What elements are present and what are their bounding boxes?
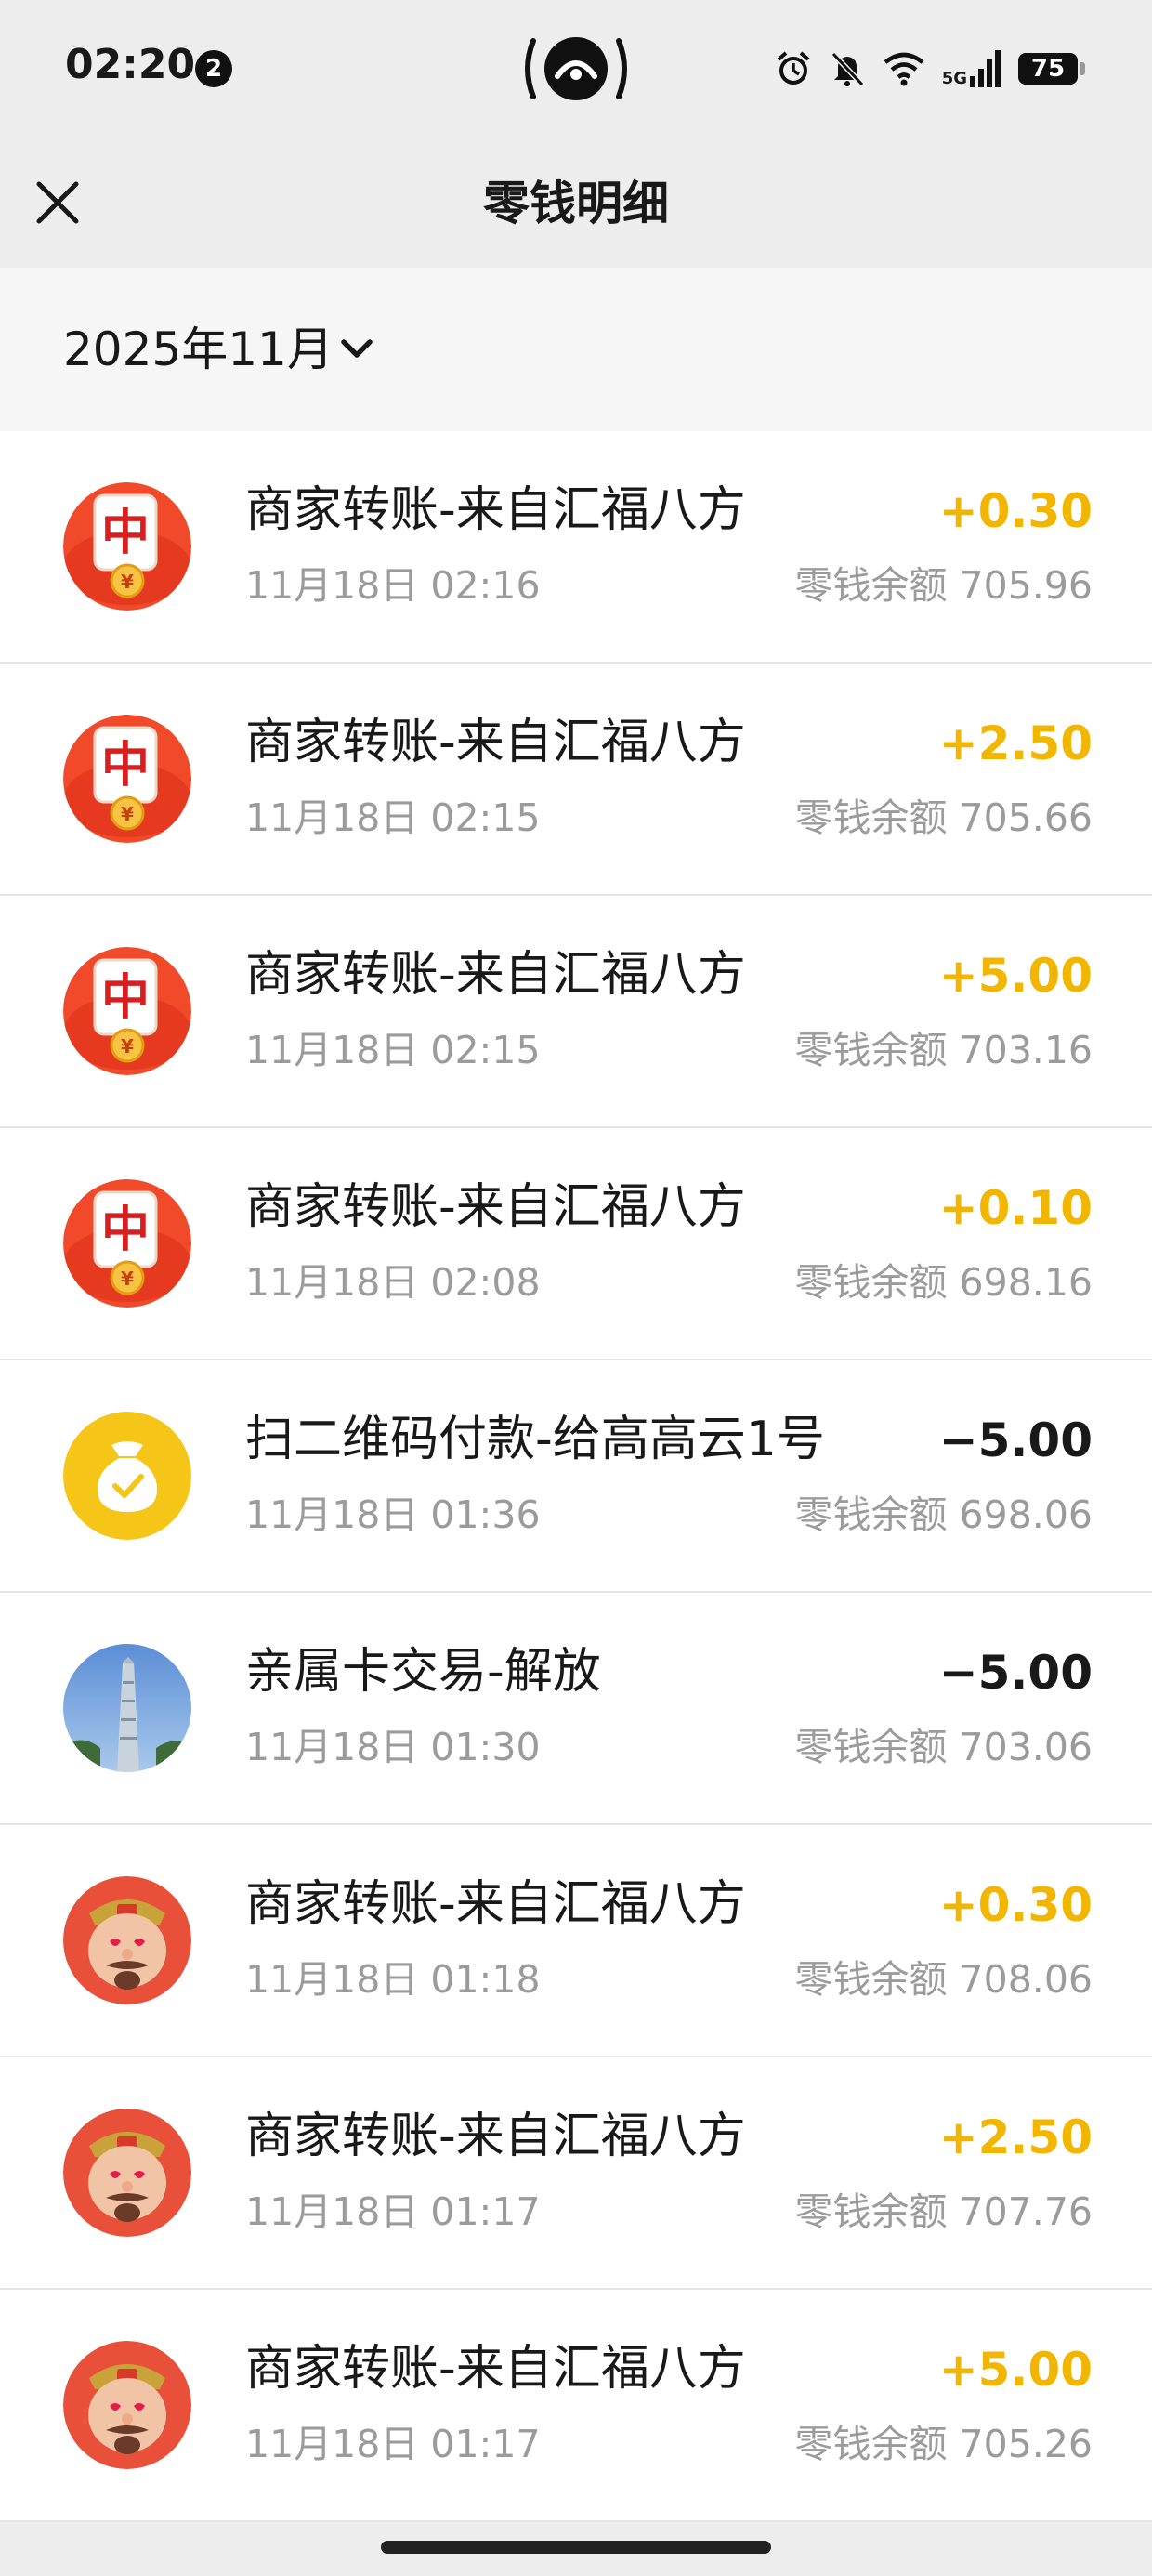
month-selector[interactable]: 2025年11月: [0, 268, 1152, 431]
transaction-amount: −5.00: [938, 1646, 1093, 1700]
svg-text:¥: ¥: [121, 1268, 134, 1290]
transaction-title: 商家转账-来自汇福八方: [245, 482, 746, 538]
god-of-wealth-icon: [63, 2109, 191, 2237]
transaction-time: 11月18日 01:18: [245, 1957, 541, 2002]
god-of-wealth-icon: [63, 2341, 191, 2469]
transaction-balance: 零钱余额 698.06: [794, 1492, 1093, 1537]
transaction-amount: +0.30: [938, 484, 1093, 538]
transaction-balance: 零钱余额 703.06: [794, 1725, 1093, 1769]
svg-text:中: 中: [101, 1203, 150, 1258]
transaction-row[interactable]: 中 ¥ 商家转账-来自汇福八方 11月18日 02:15 +5.00 零钱余额 …: [0, 896, 1152, 1128]
svg-text:¥: ¥: [121, 803, 134, 825]
wifi-icon: [884, 52, 924, 86]
transaction-title: 扫二维码付款-给高高云1号: [245, 1412, 825, 1467]
svg-text:¥: ¥: [121, 571, 134, 593]
money-bag-icon: [63, 1412, 191, 1540]
transaction-time: 11月18日 01:36: [245, 1492, 541, 1537]
transaction-amount: +5.00: [938, 949, 1093, 1003]
transaction-title: 商家转账-来自汇福八方: [245, 2341, 746, 2397]
transaction-balance: 零钱余额 708.06: [794, 1957, 1093, 2002]
transaction-amount: +0.10: [938, 1181, 1093, 1235]
mahjong-red-packet-icon: 中 ¥: [63, 715, 191, 843]
transaction-time: 11月18日 01:17: [245, 2189, 541, 2234]
transaction-time: 11月18日 01:17: [245, 2422, 541, 2466]
transaction-row[interactable]: 中 ¥ 商家转账-来自汇福八方 11月18日 02:16 +0.30 零钱余额 …: [0, 431, 1152, 664]
chevron-down-icon[interactable]: [336, 333, 377, 366]
transaction-title: 商家转账-来自汇福八方: [245, 947, 746, 1003]
network-type: 5G: [941, 69, 967, 88]
mute-icon: [831, 51, 864, 87]
transaction-title: 亲属卡交易-解放: [245, 1644, 601, 1700]
notification-badge: 2: [195, 50, 232, 87]
transaction-row[interactable]: 扫二维码付款-给高高云1号 11月18日 01:36 −5.00 零钱余额 69…: [0, 1360, 1152, 1593]
transaction-amount: +2.50: [938, 2110, 1093, 2164]
status-bar: 02:20 2 5G 75: [0, 0, 1152, 138]
transaction-title: 商家转账-来自汇福八方: [245, 715, 746, 770]
god-of-wealth-icon: [63, 1876, 191, 2004]
transaction-time: 11月18日 02:15: [245, 795, 541, 840]
status-icons: 5G 75: [775, 43, 1085, 95]
transaction-time: 11月18日 02:15: [245, 1028, 541, 1072]
svg-text:中: 中: [101, 506, 150, 561]
transaction-balance: 零钱余额 707.76: [794, 2189, 1093, 2234]
transaction-row[interactable]: 商家转账-来自汇福八方 11月18日 01:18 +0.30 零钱余额 708.…: [0, 1825, 1152, 2057]
transaction-row[interactable]: 商家转账-来自汇福八方 11月18日 01:17 +2.50 零钱余额 707.…: [0, 2057, 1152, 2290]
mahjong-red-packet-icon: 中 ¥: [63, 1179, 191, 1308]
svg-text:中: 中: [101, 970, 150, 1026]
transaction-balance: 零钱余额 698.16: [794, 1260, 1093, 1305]
transaction-amount: −5.00: [938, 1413, 1093, 1467]
home-indicator[interactable]: [381, 2541, 771, 2554]
transaction-title: 商家转账-来自汇福八方: [245, 1179, 746, 1235]
transaction-time: 11月18日 02:16: [245, 563, 541, 608]
transaction-title: 商家转账-来自汇福八方: [245, 1876, 746, 1932]
transaction-time: 11月18日 01:30: [245, 1725, 541, 1769]
transaction-amount: +2.50: [938, 716, 1093, 770]
status-time: 02:20: [65, 41, 196, 88]
transaction-balance: 零钱余额 705.66: [794, 795, 1093, 840]
month-label[interactable]: 2025年11月: [63, 320, 334, 379]
page-title: 零钱明细: [483, 177, 669, 230]
signal-icon: 5G: [942, 50, 1001, 87]
svg-text:中: 中: [101, 738, 150, 794]
transaction-title: 商家转账-来自汇福八方: [245, 2109, 746, 2164]
nav-bar: 零钱明细: [0, 138, 1152, 268]
transaction-time: 11月18日 02:08: [245, 1260, 541, 1305]
battery-indicator: 75: [1018, 53, 1085, 85]
transaction-row[interactable]: 中 ¥ 商家转账-来自汇福八方 11月18日 02:15 +2.50 零钱余额 …: [0, 664, 1152, 896]
transaction-amount: +5.00: [938, 2343, 1093, 2397]
transaction-balance: 零钱余额 705.96: [794, 563, 1093, 608]
alarm-icon: [777, 51, 810, 85]
transaction-balance: 零钱余额 705.26: [794, 2422, 1093, 2466]
transaction-balance: 零钱余额 703.16: [794, 1028, 1093, 1072]
transaction-row[interactable]: 商家转账-来自汇福八方 11月18日 01:17 +5.00 零钱余额 705.…: [0, 2290, 1152, 2522]
mahjong-red-packet-icon: 中 ¥: [63, 482, 191, 611]
transaction-list: 中 ¥ 商家转账-来自汇福八方 11月18日 02:16 +0.30 零钱余额 …: [0, 431, 1152, 2522]
transaction-row[interactable]: 中 ¥ 商家转账-来自汇福八方 11月18日 02:08 +0.10 零钱余额 …: [0, 1128, 1152, 1360]
transaction-amount: +0.30: [938, 1878, 1093, 1932]
svg-text:¥: ¥: [121, 1035, 134, 1058]
transaction-row[interactable]: 亲属卡交易-解放 11月18日 01:30 −5.00 零钱余额 703.06: [0, 1593, 1152, 1825]
hotspot-icon: [525, 37, 627, 100]
mahjong-red-packet-icon: 中 ¥: [63, 947, 191, 1075]
building-photo-icon: [63, 1644, 191, 1772]
